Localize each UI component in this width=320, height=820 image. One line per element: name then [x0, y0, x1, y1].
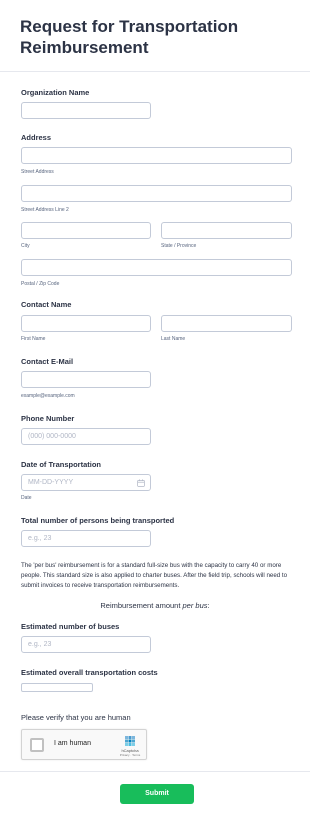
captcha-links[interactable]: Privacy · Terms [117, 753, 143, 757]
city-sublabel: City [21, 243, 30, 249]
hcaptcha-logo-icon [125, 736, 135, 746]
footer-divider [0, 771, 310, 772]
persons-input[interactable]: e.g., 23 [21, 530, 151, 547]
postal-code-input[interactable] [21, 259, 292, 276]
calendar-icon[interactable] [137, 479, 145, 487]
captcha-widget: I am human hCaptcha Privacy · Terms [21, 729, 147, 760]
per-bus-emphasis: per bus [182, 601, 208, 610]
captcha-text: I am human [54, 740, 91, 747]
street-address-input[interactable] [21, 147, 292, 164]
date-sublabel: Date [21, 495, 32, 501]
first-name-sublabel: First Name [21, 336, 46, 342]
street-address-2-sublabel: Street Address Line 2 [21, 207, 69, 213]
last-name-sublabel: Last Name [161, 336, 186, 342]
persons-label: Total number of persons being transporte… [21, 516, 175, 525]
form-title: Request for Transportation Reimbursement [20, 17, 239, 57]
first-name-input[interactable] [21, 315, 151, 332]
street-address-sublabel: Street Address [21, 169, 54, 175]
submit-button[interactable]: Submit [120, 784, 194, 804]
email-sublabel: example@example.com [21, 393, 75, 399]
costs-label: Estimated overall transportation costs [21, 668, 158, 677]
organization-label: Organization Name [21, 88, 90, 97]
state-sublabel: State / Province [161, 243, 197, 249]
email-input[interactable] [21, 371, 151, 388]
buses-label: Estimated number of buses [21, 622, 120, 631]
postal-code-sublabel: Postal / Zip Code [21, 281, 60, 287]
date-label: Date of Transportation [21, 460, 102, 469]
persons-placeholder: e.g., 23 [28, 535, 52, 542]
state-input[interactable] [161, 222, 292, 239]
date-placeholder: MM-DD-YYYY [28, 479, 74, 486]
costs-input[interactable] [21, 683, 93, 692]
phone-input[interactable]: (000) 000-0000 [21, 428, 151, 445]
info-paragraph: The 'per bus' reimbursement is for a sta… [21, 562, 288, 589]
reimbursement-heading: Reimbursement amount per bus: [100, 601, 210, 610]
contact-name-label: Contact Name [21, 300, 72, 309]
street-address-2-input[interactable] [21, 185, 292, 202]
address-label: Address [21, 133, 52, 142]
last-name-input[interactable] [161, 315, 292, 332]
verify-label: Please verify that you are human [21, 713, 131, 722]
captcha-checkbox[interactable] [30, 738, 44, 752]
phone-placeholder: (000) 000-0000 [28, 433, 76, 440]
organization-input[interactable] [21, 102, 151, 119]
buses-input[interactable]: e.g., 23 [21, 636, 151, 653]
city-input[interactable] [21, 222, 151, 239]
phone-label: Phone Number [21, 414, 75, 423]
buses-placeholder: e.g., 23 [28, 641, 52, 648]
email-label: Contact E-Mail [21, 357, 74, 366]
date-input[interactable]: MM-DD-YYYY [21, 474, 151, 491]
form-header: Request for Transportation Reimbursement [0, 0, 310, 72]
